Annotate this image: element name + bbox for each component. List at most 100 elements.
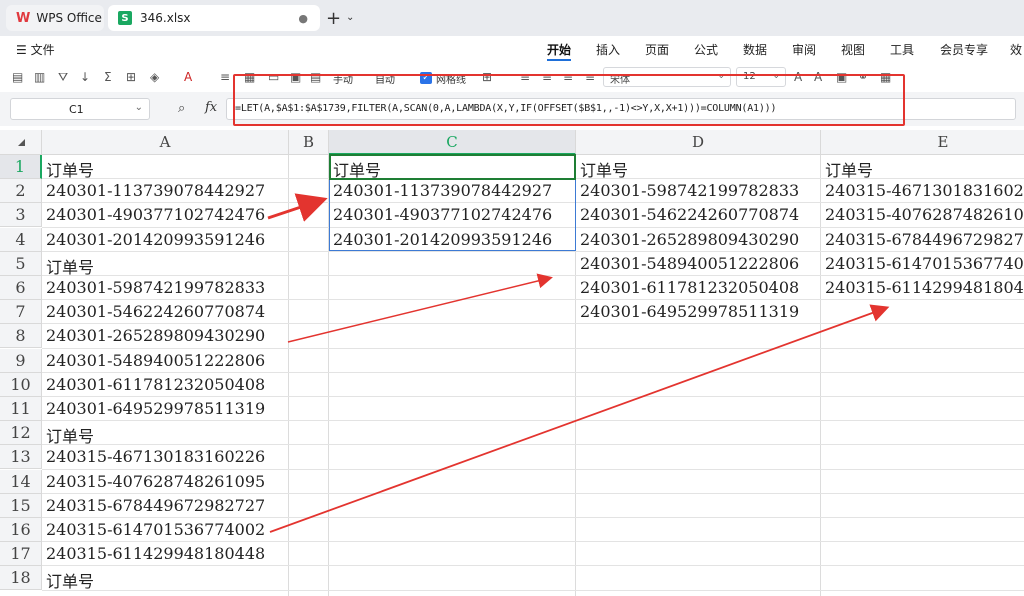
file-menu-label: 文件	[30, 43, 55, 57]
select-all-corner[interactable]	[0, 130, 42, 155]
cell-a15[interactable]: 240315-678449672982727	[42, 494, 265, 518]
cell-a3[interactable]: 240301-490377102742476	[42, 203, 265, 227]
row-header-17[interactable]: 17	[0, 542, 42, 567]
tab-data[interactable]: 数据	[743, 41, 767, 58]
column-header-c[interactable]: C	[329, 130, 576, 155]
cell-a17[interactable]: 240315-611429948180448	[42, 542, 265, 566]
cell-e1[interactable]: 订单号	[821, 155, 873, 180]
row-header-11[interactable]: 11	[0, 397, 42, 421]
name-box[interactable]: C1 ⌄	[10, 98, 150, 120]
wrap-icon[interactable]: ≡	[220, 70, 230, 84]
row-header-1[interactable]: 1	[0, 155, 42, 179]
cell-e6[interactable]: 240315-611429948180448	[821, 276, 1024, 300]
cell-e4[interactable]: 240315-678449672982727	[821, 228, 1024, 252]
cell-d4[interactable]: 240301-265289809430290	[576, 228, 799, 252]
title-bar: W WPS Office S 346.xlsx ● + ⌄	[0, 0, 1024, 36]
cell-a1[interactable]: 订单号	[42, 155, 94, 180]
row-header-15[interactable]: 15	[0, 493, 42, 518]
paste-icon[interactable]: ▤	[12, 70, 23, 84]
row-header-3[interactable]: 3	[0, 203, 42, 228]
cell-e2[interactable]: 240315-467130183160226	[821, 179, 1024, 203]
cell-a4[interactable]: 240301-201420993591246	[42, 228, 265, 252]
font-color-icon[interactable]: A	[184, 70, 192, 84]
hamburger-icon: ☰	[16, 43, 27, 57]
format-painter-icon[interactable]: ▥	[34, 70, 45, 84]
tab-home[interactable]: 开始	[547, 41, 571, 58]
cell-a11[interactable]: 240301-649529978511319	[42, 397, 265, 421]
file-tab-label: 346.xlsx	[140, 11, 191, 25]
row-header-18[interactable]: 18	[0, 566, 42, 591]
zoom-icon[interactable]: ⌕	[178, 101, 185, 116]
row-header-2[interactable]: 2	[0, 179, 42, 204]
cell-d2[interactable]: 240301-598742199782833	[576, 179, 799, 203]
row-header-16[interactable]: 16	[0, 518, 42, 542]
cell-a2[interactable]: 240301-113739078442927	[42, 179, 265, 203]
row-header-8[interactable]: 8	[0, 324, 42, 349]
tab-member[interactable]: 会员专享	[940, 41, 988, 58]
wps-office-tab-label: WPS Office	[36, 11, 102, 25]
cell-d7[interactable]: 240301-649529978511319	[576, 300, 799, 324]
cell-a5[interactable]: 订单号	[42, 252, 94, 277]
file-menu-button[interactable]: ☰ 文件	[16, 41, 55, 58]
column-header-d[interactable]: D	[576, 130, 821, 155]
wps-office-tab[interactable]: W WPS Office	[6, 5, 104, 31]
tab-review[interactable]: 审阅	[792, 41, 816, 58]
grid-line	[42, 589, 1024, 591]
row-header-12[interactable]: 12	[0, 421, 42, 446]
tab-insert[interactable]: 插入	[596, 41, 620, 58]
row-header-13[interactable]: 13	[0, 445, 42, 470]
cell-a12[interactable]: 订单号	[42, 421, 94, 446]
borders-icon[interactable]: ⊞	[126, 70, 136, 84]
tab-formulas[interactable]: 公式	[694, 41, 718, 58]
row-header-5[interactable]: 5	[0, 251, 42, 276]
cell-a8[interactable]: 240301-265289809430290	[42, 324, 265, 348]
chevron-down-icon: ⌄	[134, 102, 143, 113]
sum-icon[interactable]: Σ	[104, 70, 112, 84]
filter-icon[interactable]: ⛛	[58, 70, 68, 85]
spreadsheet-grid[interactable]: A B C D E 1 2 3 4 5 6 7 8 9 10 11 12 13 14 15 16 17 18 订单号…	[0, 130, 1024, 596]
cell-e3[interactable]: 240315-407628748261095	[821, 203, 1024, 227]
tab-view[interactable]: 视图	[841, 41, 865, 58]
name-box-value: C1	[69, 103, 84, 116]
chevron-down-icon[interactable]: ⌄	[346, 12, 354, 23]
grid-line	[288, 155, 289, 596]
row-header-9[interactable]: 9	[0, 348, 42, 373]
cell-a10[interactable]: 240301-611781232050408	[42, 373, 265, 397]
cell-d1[interactable]: 订单号	[576, 155, 628, 180]
file-tab[interactable]: S 346.xlsx ●	[108, 5, 320, 31]
fx-icon[interactable]: fx	[205, 100, 217, 115]
unsaved-dot-icon[interactable]: ●	[298, 12, 308, 25]
cell-a18[interactable]: 订单号	[42, 566, 94, 591]
cell-a16[interactable]: 240315-614701536774002	[42, 518, 265, 542]
active-tab-indicator	[547, 59, 571, 61]
fill-color-icon[interactable]: ◈	[150, 70, 159, 84]
row-header-4[interactable]: 4	[0, 227, 42, 252]
row-header-7[interactable]: 7	[0, 300, 42, 325]
cell-d6[interactable]: 240301-611781232050408	[576, 276, 799, 300]
new-tab-button[interactable]: +	[326, 8, 341, 29]
column-header-b[interactable]: B	[289, 130, 329, 155]
column-header-a[interactable]: A	[42, 130, 289, 155]
cell-a9[interactable]: 240301-548940051222806	[42, 349, 265, 373]
cell-e5[interactable]: 240315-614701536774002	[821, 252, 1024, 276]
row-header-10[interactable]: 10	[0, 372, 42, 397]
cell-a7[interactable]: 240301-546224260770874	[42, 300, 265, 324]
row-header-6[interactable]: 6	[0, 276, 42, 300]
tab-tools[interactable]: 工具	[890, 41, 914, 58]
row-header-14[interactable]: 14	[0, 469, 42, 494]
spreadsheet-icon: S	[118, 11, 132, 25]
cell-a14[interactable]: 240315-407628748261095	[42, 470, 265, 494]
cell-a6[interactable]: 240301-598742199782833	[42, 276, 265, 300]
wps-logo-icon: W	[16, 10, 31, 26]
active-cell-c1[interactable]	[329, 154, 576, 180]
sort-icon[interactable]: ↓	[80, 70, 90, 84]
cell-d3[interactable]: 240301-546224260770874	[576, 203, 799, 227]
tab-efficiency[interactable]: 效	[1010, 41, 1022, 58]
formula-highlight-annotation	[233, 74, 905, 126]
ribbon-menu-bar: ☰ 文件 开始 插入 页面 公式 数据 审阅 视图 工具 会员专享 效	[0, 36, 1024, 62]
cell-a13[interactable]: 240315-467130183160226	[42, 445, 265, 469]
column-header-e[interactable]: E	[821, 130, 1024, 155]
tab-page[interactable]: 页面	[645, 41, 669, 58]
spill-range-border	[329, 179, 576, 251]
cell-d5[interactable]: 240301-548940051222806	[576, 252, 799, 276]
